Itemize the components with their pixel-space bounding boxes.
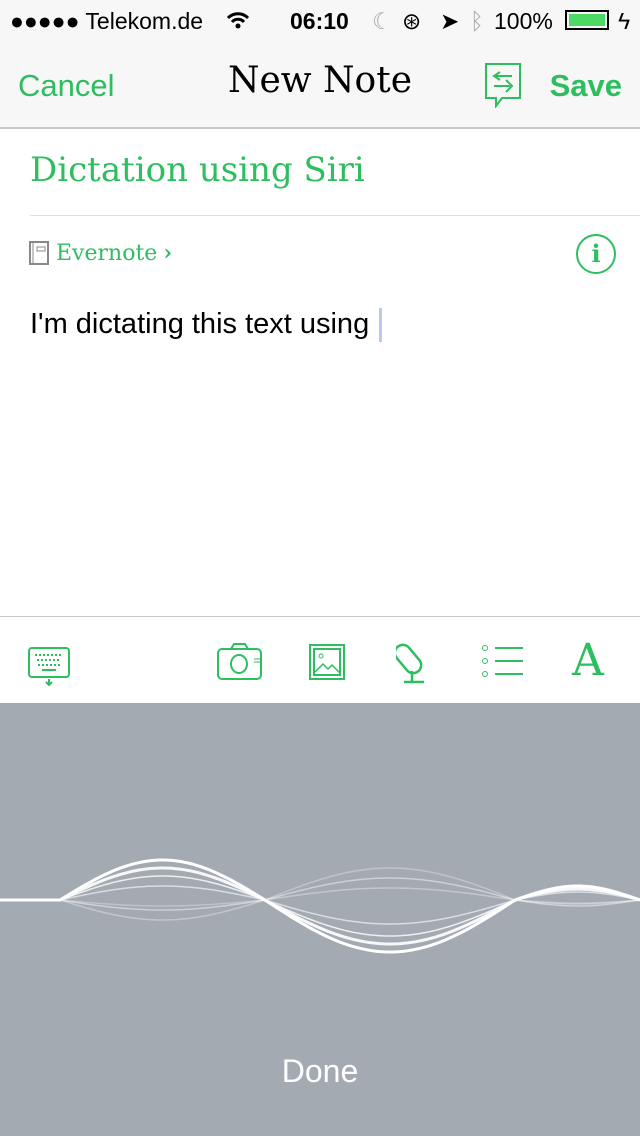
text-format-icon[interactable]: A bbox=[572, 635, 604, 686]
image-icon[interactable] bbox=[309, 644, 345, 680]
divider bbox=[30, 215, 640, 216]
attachment-mic-icon[interactable] bbox=[396, 641, 436, 685]
notebook-name: Evernote bbox=[56, 240, 158, 266]
list-icon[interactable] bbox=[481, 644, 525, 680]
formatting-toolbar: A bbox=[0, 616, 640, 703]
info-button[interactable]: i bbox=[576, 234, 616, 274]
battery-percent: 100% bbox=[494, 8, 553, 34]
notebook-icon bbox=[29, 241, 49, 265]
note-body-text: I'm dictating this text using bbox=[30, 308, 370, 340]
text-cursor bbox=[379, 308, 383, 343]
notebook-selector[interactable]: Evernote › bbox=[28, 240, 172, 266]
note-body-input[interactable]: I'm dictating this text using bbox=[30, 308, 383, 343]
status-bar: ●●●●● Telekom.de 06:10 ☾ ⊛ ➤ ᛒ 100% ϟ bbox=[0, 0, 640, 40]
share-chat-icon[interactable] bbox=[484, 62, 522, 108]
chevron-right-icon: › bbox=[163, 240, 173, 266]
save-button[interactable]: Save bbox=[550, 68, 622, 104]
keyboard-dismiss-icon[interactable] bbox=[28, 647, 70, 687]
camera-icon[interactable] bbox=[217, 642, 263, 680]
navigation-bar: Cancel New Note Save bbox=[0, 40, 640, 129]
waveform-line bbox=[0, 858, 640, 954]
dictation-panel: Done bbox=[0, 703, 640, 1136]
location-icon: ➤ bbox=[440, 8, 460, 34]
wifi-icon bbox=[226, 12, 250, 29]
done-button[interactable]: Done bbox=[0, 1053, 640, 1090]
cancel-button[interactable]: Cancel bbox=[18, 68, 115, 104]
rotation-lock-icon: ⊛ bbox=[402, 8, 422, 34]
clock: 06:10 bbox=[290, 8, 349, 34]
moon-icon: ☾ bbox=[372, 8, 393, 34]
note-title-input[interactable]: Dictation using Siri bbox=[30, 150, 365, 190]
carrier: ●●●●● Telekom.de bbox=[10, 8, 204, 34]
charging-icon: ϟ bbox=[618, 8, 631, 34]
bluetooth-icon: ᛒ bbox=[470, 8, 484, 34]
battery-icon bbox=[565, 10, 609, 30]
